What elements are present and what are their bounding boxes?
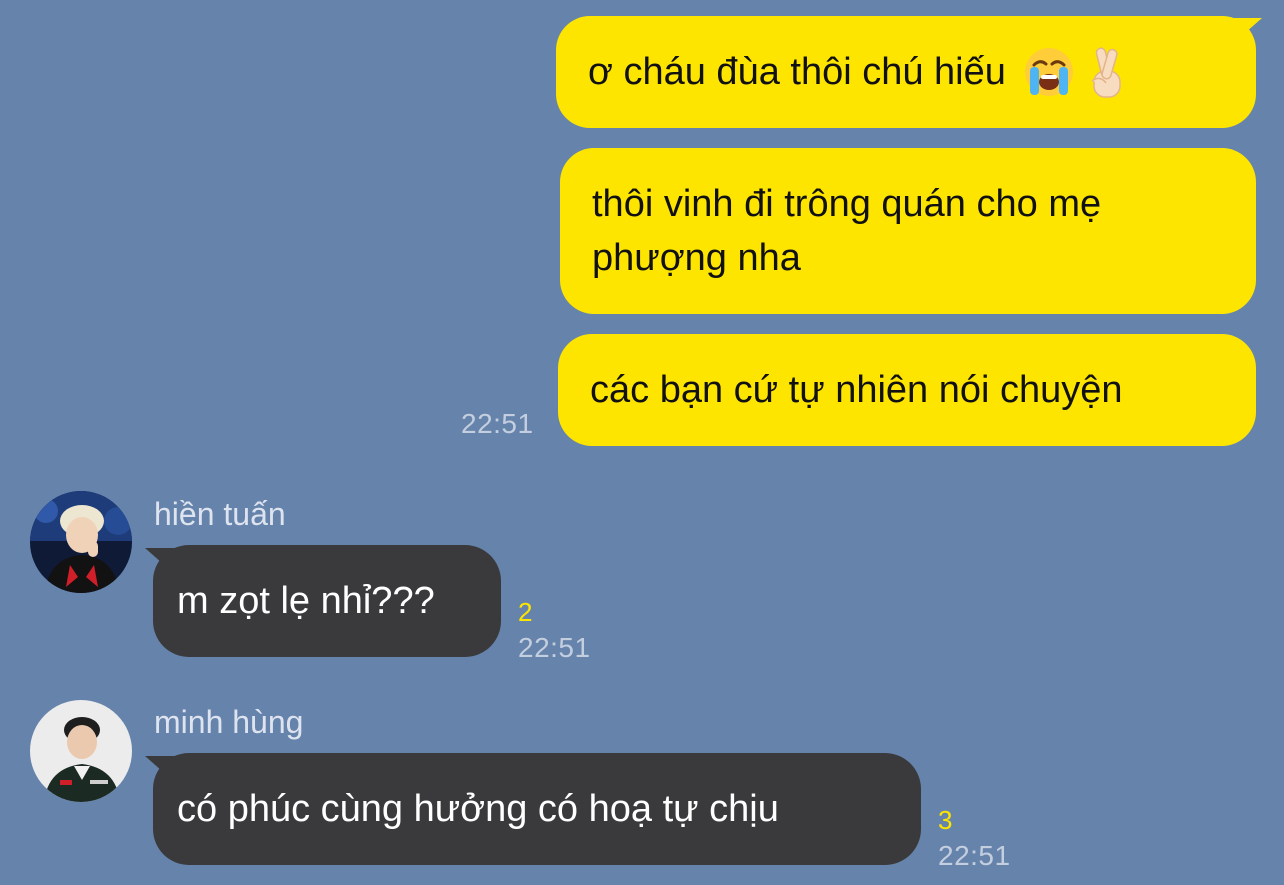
loudly-crying-face-icon xyxy=(1024,47,1074,97)
unread-count: 2 xyxy=(518,597,533,627)
outgoing-message-bubble[interactable]: thôi vinh đi trông quán cho mẹ phượng nh… xyxy=(560,148,1256,314)
incoming-message-bubble[interactable]: m zọt lẹ nhỉ??? xyxy=(153,545,501,657)
chat-room: ơ cháu đùa thôi chú hiếu thôi vinh đi tr… xyxy=(0,0,1284,885)
unread-count: 3 xyxy=(938,805,953,835)
crossed-fingers-icon xyxy=(1086,45,1126,99)
message-timestamp: 22:51 xyxy=(461,408,534,439)
sender-name: hiền tuấn xyxy=(154,496,286,532)
message-timestamp: 22:51 xyxy=(938,840,1011,871)
message-timestamp: 22:51 xyxy=(518,632,591,663)
message-text: thôi vinh đi trông quán cho mẹ phượng nh… xyxy=(592,183,1102,279)
avatar[interactable] xyxy=(30,700,132,802)
avatar[interactable] xyxy=(30,491,132,593)
outgoing-message-bubble[interactable]: các bạn cứ tự nhiên nói chuyện xyxy=(558,334,1256,446)
incoming-message-bubble[interactable]: có phúc cùng hưởng có hoạ tự chịu xyxy=(153,753,921,865)
message-text: m zọt lẹ nhỉ??? xyxy=(177,580,435,622)
sender-name: minh hùng xyxy=(154,704,304,740)
message-text: có phúc cùng hưởng có hoạ tự chịu xyxy=(177,788,779,830)
outgoing-message-bubble[interactable]: ơ cháu đùa thôi chú hiếu xyxy=(556,16,1256,128)
message-text: ơ cháu đùa thôi chú hiếu xyxy=(588,51,1006,93)
message-text: các bạn cứ tự nhiên nói chuyện xyxy=(590,369,1123,411)
